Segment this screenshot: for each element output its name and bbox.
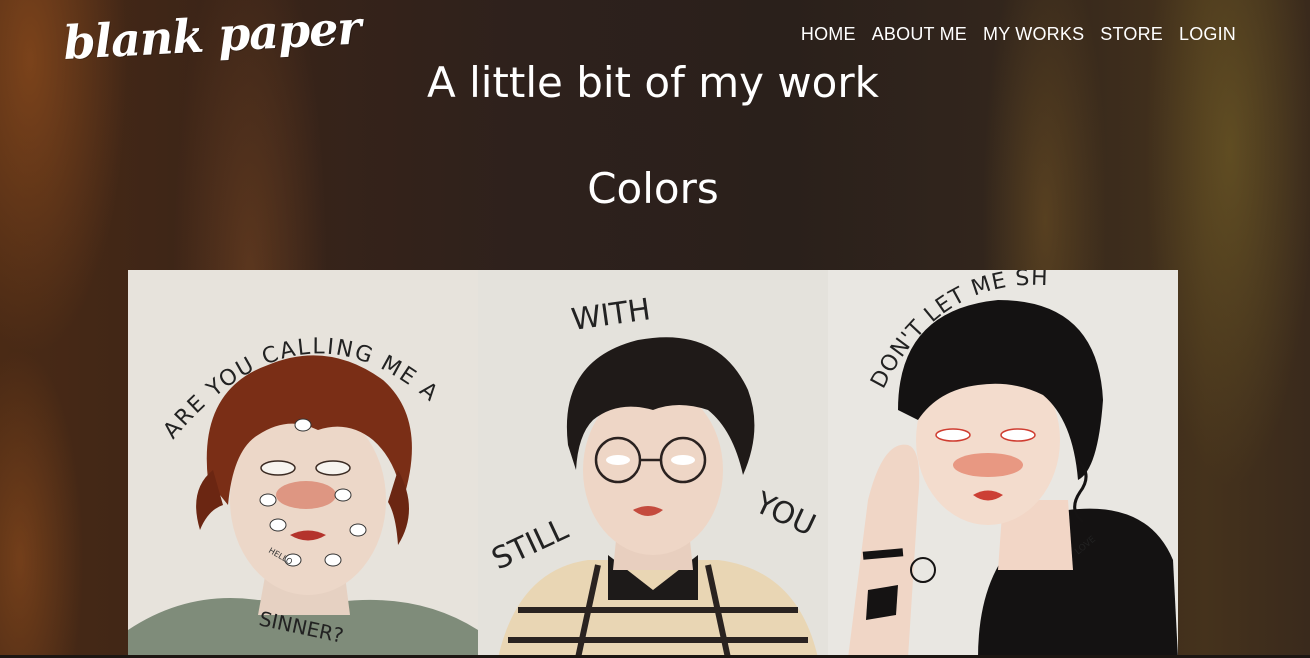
nav-my-works[interactable]: MY WORKS (983, 24, 1084, 45)
nav-store[interactable]: STORE (1100, 24, 1163, 45)
artwork-1[interactable]: HELLO ARE YOU CALLING ME A SINNER? (128, 270, 478, 658)
nav-about-me[interactable]: ABOUT ME (872, 24, 967, 45)
page-title: A little bit of my work (427, 58, 879, 107)
artwork-3[interactable]: LOVE DON'T LET ME SHINE (828, 270, 1178, 658)
section-heading: Colors (587, 164, 719, 213)
main-nav: HOME ABOUT ME MY WORKS STORE LOGIN (801, 24, 1236, 45)
nav-home[interactable]: HOME (801, 24, 856, 45)
nav-login[interactable]: LOGIN (1179, 24, 1236, 45)
artwork-gallery: HELLO ARE YOU CALLING ME A SINNER? WITH … (128, 270, 1178, 658)
artwork-2[interactable]: WITH STILL YOU (478, 270, 828, 658)
